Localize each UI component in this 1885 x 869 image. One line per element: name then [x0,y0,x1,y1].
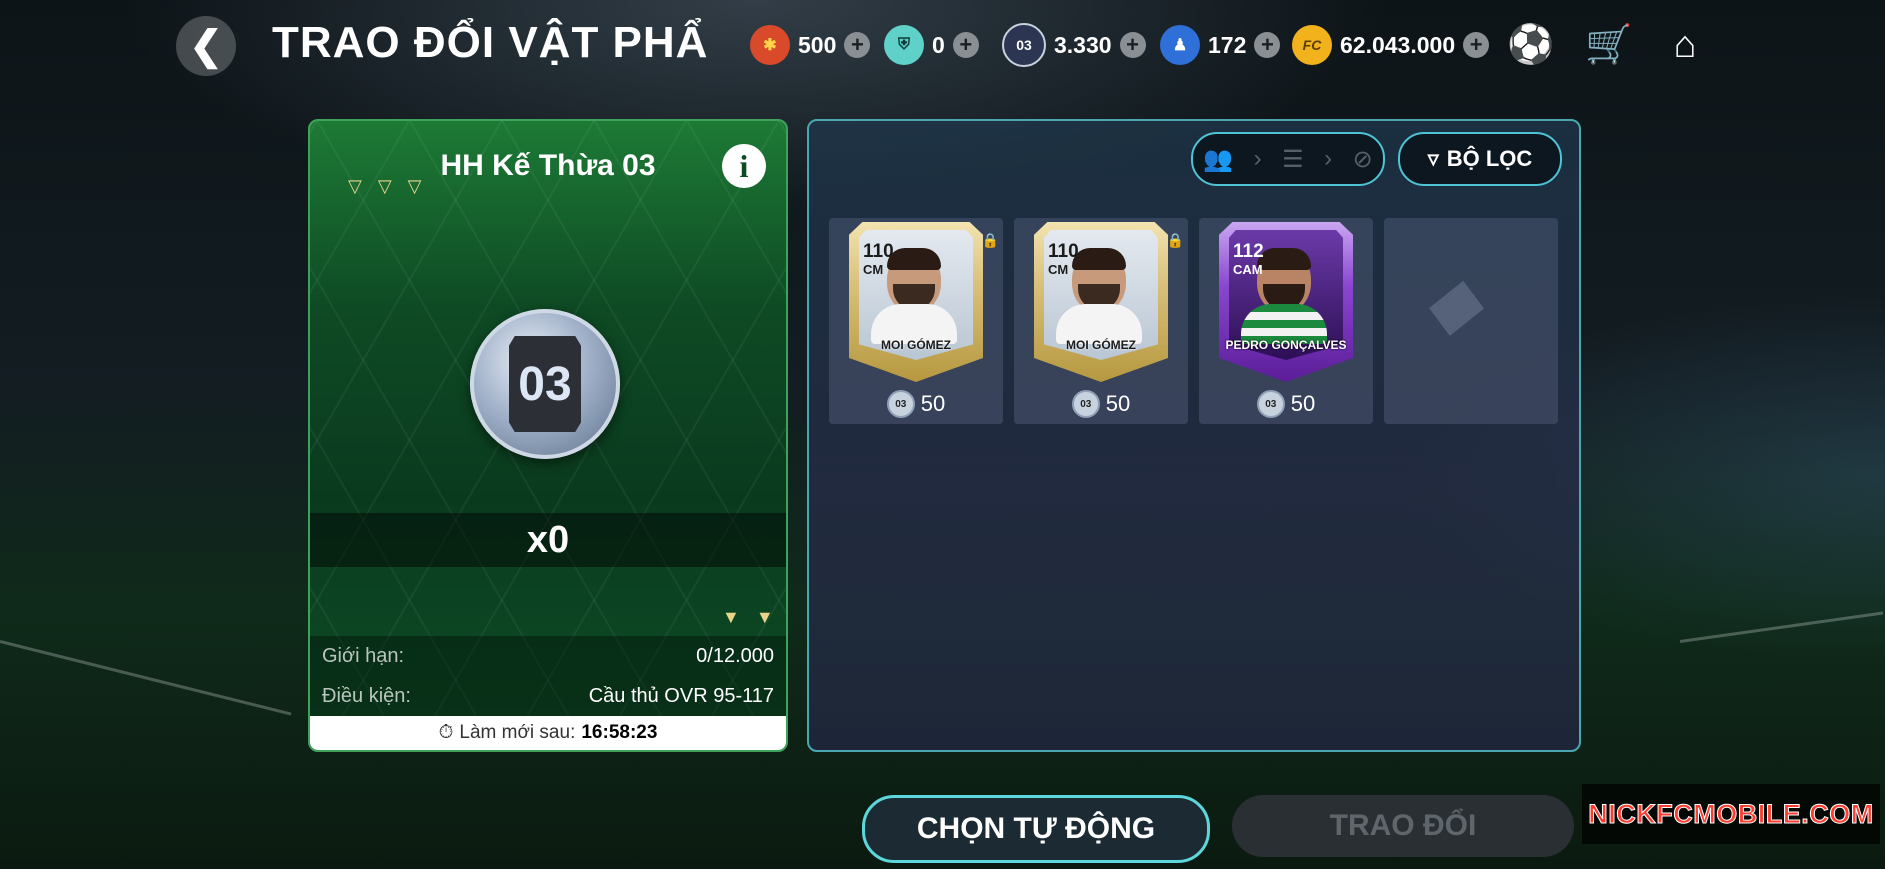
currency-value: 3.330 [1054,31,1112,58]
card-cost: 03 50 [829,390,1003,418]
card-cost: 03 50 [1199,390,1373,418]
player-ovr: 110 [863,241,894,262]
add-player-token-button[interactable]: + [1254,32,1281,58]
cart-icon[interactable]: 🛒 [1584,20,1634,70]
card-slot[interactable]: 110 CM MOI GÓMEZ 🔒 03 50 [1014,218,1188,424]
player-ovr: 112 [1233,241,1264,262]
condition-value: Cầu thủ OVR 95-117 [588,685,774,707]
player-name: PEDRO GONÇALVES [1225,338,1347,352]
add-event-token-button[interactable]: + [844,32,871,58]
limit-label: Giới hạn: [322,645,405,667]
card-slot[interactable]: 110 CM MOI GÓMEZ 🔒 03 50 [829,218,1003,424]
chevron-right-icon: › [1253,145,1262,172]
watermark: NICKFCMOBILE.COM [1582,784,1880,844]
token-icon: 03 [1256,390,1285,418]
inheritance-token-icon: 03 [1002,23,1046,67]
lock-icon: 🔒 [1166,232,1184,248]
exchange-item-title: HH Kế Thừa 03 [440,149,656,182]
player-position: CM [1048,262,1069,277]
pitch-line [1679,611,1884,643]
player-photo [1257,248,1311,312]
player-name: MOI GÓMEZ [1066,338,1136,352]
currency-inheritance-token[interactable]: 03 3.330 + [1002,23,1146,67]
limit-row: Giới hạn: 0/12.000 [310,636,786,676]
card-slot[interactable]: 112 CAM PEDRO GONÇALVES 03 50 [1199,218,1373,424]
cost-value: 50 [920,391,946,416]
chevron-right-icon: › [1324,145,1333,172]
add-fc-points-button[interactable]: + [1463,32,1490,58]
filter-button[interactable]: ▿ BỘ LỌC [1398,132,1562,186]
currency-shield-token[interactable]: ⛨ 0 + [884,24,979,66]
refresh-time: 16:58:23 [581,722,658,743]
auto-select-button[interactable]: CHỌN TỰ ĐỘNG [862,795,1210,863]
back-button[interactable]: ❮ [176,16,236,76]
chevron-left-icon: ❮ [189,24,223,68]
player-ovr: 110 [1048,241,1079,262]
cost-value: 50 [1290,391,1316,416]
player-token-icon: ♟ [1160,25,1200,65]
refresh-label: Làm mới sau: [459,722,576,743]
currency-value: 500 [798,31,837,58]
currency-value: 62.043.000 [1340,31,1456,58]
home-icon[interactable]: ⌂ [1660,20,1710,70]
currency-event-token[interactable]: ✱ 500 + [750,24,871,66]
top-bar: ❮ TRAO ĐỔI VẬT PHẨ ✱ 500 + ⛨ 0 + 03 3.33… [0,0,1885,90]
add-shield-token-button[interactable]: + [952,32,979,58]
currency-value: 172 [1208,31,1247,58]
pitch-line [0,640,292,716]
page-title: TRAO ĐỔI VẬT PHẨ [272,18,709,67]
add-inheritance-token-button[interactable]: + [1119,32,1146,58]
player-card[interactable]: 110 CM MOI GÓMEZ [849,222,983,382]
player-photo [887,248,941,312]
refresh-timer: ⏱ Làm mới sau: 16:58:23 [310,716,786,750]
condition-row: Điều kiện: Cầu thủ OVR 95-117 [310,676,786,716]
cost-value: 50 [1105,391,1131,416]
currency-value: 0 [932,31,945,58]
player-name: MOI GÓMEZ [881,338,951,352]
inheritance-token-badge: 03 [470,309,620,459]
shield-token-icon: ⛨ [884,25,924,65]
fc-logo-icon: ◆ [1426,265,1479,341]
player-photo [1072,248,1126,312]
stack-icon: ☰ [1282,145,1304,173]
card-cost: 03 50 [1014,390,1188,418]
group-icon: 👥 [1203,145,1234,173]
currency-fc-points[interactable]: FC 62.043.000 + [1292,24,1490,66]
filter-icon: ▿ [1427,146,1439,171]
exchange-item-panel: ▽▽▽ HH Kế Thừa 03 i 03 x0 ▼▼ Giới hạn: 0… [308,119,788,752]
card-selection-panel: 👥 › ☰ › ⊘ ▿ BỘ LỌC 110 CM MOI GÓMEZ 🔒 03… [807,119,1581,752]
no-entry-icon: ⊘ [1352,145,1373,173]
sort-toggle[interactable]: 👥 › ☰ › ⊘ [1191,132,1385,186]
fc-points-icon: FC [1292,25,1332,65]
ball-icon[interactable]: ⚽ [1506,20,1556,70]
triangle-decoration-icon: ▼▼ [722,607,788,627]
player-position: CM [863,262,884,277]
token-icon: 03 [1071,390,1100,418]
stopwatch-icon: ⏱ [438,722,454,743]
limit-value: 0/12.000 [696,645,774,667]
token-icon: 03 [886,390,915,418]
token-label: 03 [509,336,581,432]
trade-button[interactable]: TRAO ĐỔI [1232,795,1574,857]
player-card[interactable]: 112 CAM PEDRO GONÇALVES [1219,222,1353,382]
condition-label: Điều kiện: [322,685,411,707]
event-token-icon: ✱ [750,25,790,65]
currency-player-token[interactable]: ♟ 172 + [1160,24,1281,66]
empty-card-slot: ◆ [1384,218,1558,424]
info-icon[interactable]: i [722,144,766,188]
player-card[interactable]: 110 CM MOI GÓMEZ [1034,222,1168,382]
player-position: CAM [1233,262,1263,277]
filter-label: BỘ LỌC [1446,146,1533,171]
lock-icon: 🔒 [981,232,999,248]
quantity: x0 [310,513,786,567]
